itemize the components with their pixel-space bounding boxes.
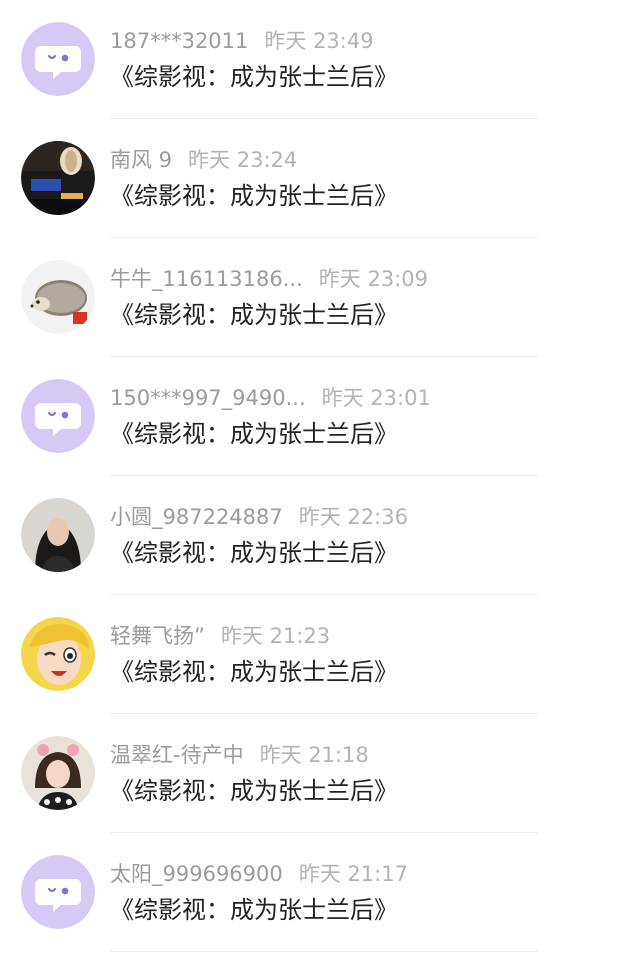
comment-time: 昨天 21:17 xyxy=(298,862,408,886)
comment-meta: 牛牛_116113186... 昨天 23:09 xyxy=(110,266,428,292)
book-title[interactable]: 《综影视：成为张士兰后》 xyxy=(110,657,398,687)
book-title[interactable]: 《综影视：成为张士兰后》 xyxy=(110,62,398,92)
winking-cartoon-avatar[interactable] xyxy=(21,617,95,691)
list-item[interactable]: 牛牛_116113186... 昨天 23:09 《综影视：成为张士兰后》 xyxy=(0,238,640,357)
comment-meta: 南风 9 昨天 23:24 xyxy=(110,147,297,173)
list-item[interactable]: 小圆_987224887 昨天 22:36 《综影视：成为张士兰后》 xyxy=(0,476,640,595)
lantern-photo-avatar[interactable] xyxy=(21,141,95,215)
comment-time: 昨天 21:18 xyxy=(259,743,369,767)
comment-time: 昨天 22:36 xyxy=(298,505,408,529)
user-name[interactable]: 温翠红-待产中 xyxy=(110,743,244,767)
comment-meta: 轻舞飞扬” 昨天 21:23 xyxy=(110,623,330,649)
comment-time: 昨天 23:49 xyxy=(264,29,374,53)
list-item[interactable]: 150***997_9490... 昨天 23:01 《综影视：成为张士兰后》 xyxy=(0,357,640,476)
user-name[interactable]: 牛牛_116113186... xyxy=(110,267,303,291)
girl-photo-avatar[interactable] xyxy=(21,736,95,810)
user-name[interactable]: 150***997_9490... xyxy=(110,386,306,410)
list-item[interactable]: 187***32011 昨天 23:49 《综影视：成为张士兰后》 xyxy=(0,0,640,119)
user-name[interactable]: 187***32011 xyxy=(110,29,248,53)
comment-time: 昨天 23:01 xyxy=(321,386,431,410)
user-name[interactable]: 小圆_987224887 xyxy=(110,505,283,529)
woman-photo-avatar[interactable] xyxy=(21,498,95,572)
list-item[interactable]: 太阳_999696900 昨天 21:17 《综影视：成为张士兰后》 xyxy=(0,833,640,952)
comment-list: 187***32011 昨天 23:49 《综影视：成为张士兰后》 南风 9 昨天 … xyxy=(0,0,640,952)
comment-time: 昨天 23:09 xyxy=(318,267,428,291)
comment-meta: 小圆_987224887 昨天 22:36 xyxy=(110,504,408,530)
book-title[interactable]: 《综影视：成为张士兰后》 xyxy=(110,538,398,568)
comment-time: 昨天 21:23 xyxy=(220,624,331,648)
book-title[interactable]: 《综影视：成为张士兰后》 xyxy=(110,895,398,925)
comment-meta: 太阳_999696900 昨天 21:17 xyxy=(110,861,408,887)
comment-meta: 187***32011 昨天 23:49 xyxy=(110,28,374,54)
list-item[interactable]: 南风 9 昨天 23:24 《综影视：成为张士兰后》 xyxy=(0,119,640,238)
book-title[interactable]: 《综影视：成为张士兰后》 xyxy=(110,776,398,806)
book-title[interactable]: 《综影视：成为张士兰后》 xyxy=(110,181,398,211)
book-title[interactable]: 《综影视：成为张士兰后》 xyxy=(110,300,398,330)
user-name[interactable]: 轻舞飞扬” xyxy=(110,624,205,648)
list-item[interactable]: 轻舞飞扬” 昨天 21:23 《综影视：成为张士兰后》 xyxy=(0,595,640,714)
default-chat-avatar-icon[interactable] xyxy=(21,379,95,453)
default-chat-avatar-icon[interactable] xyxy=(21,22,95,96)
book-title[interactable]: 《综影视：成为张士兰后》 xyxy=(110,419,398,449)
user-name[interactable]: 太阳_999696900 xyxy=(110,862,283,886)
hedgehog-photo-avatar[interactable] xyxy=(21,260,95,334)
comment-time: 昨天 23:24 xyxy=(188,148,298,172)
default-chat-avatar-icon[interactable] xyxy=(21,855,95,929)
list-item[interactable]: 温翠红-待产中 昨天 21:18 《综影视：成为张士兰后》 xyxy=(0,714,640,833)
comment-meta: 150***997_9490... 昨天 23:01 xyxy=(110,385,431,411)
divider xyxy=(110,951,538,952)
user-name[interactable]: 南风 9 xyxy=(110,148,172,172)
comment-meta: 温翠红-待产中 昨天 21:18 xyxy=(110,742,369,768)
